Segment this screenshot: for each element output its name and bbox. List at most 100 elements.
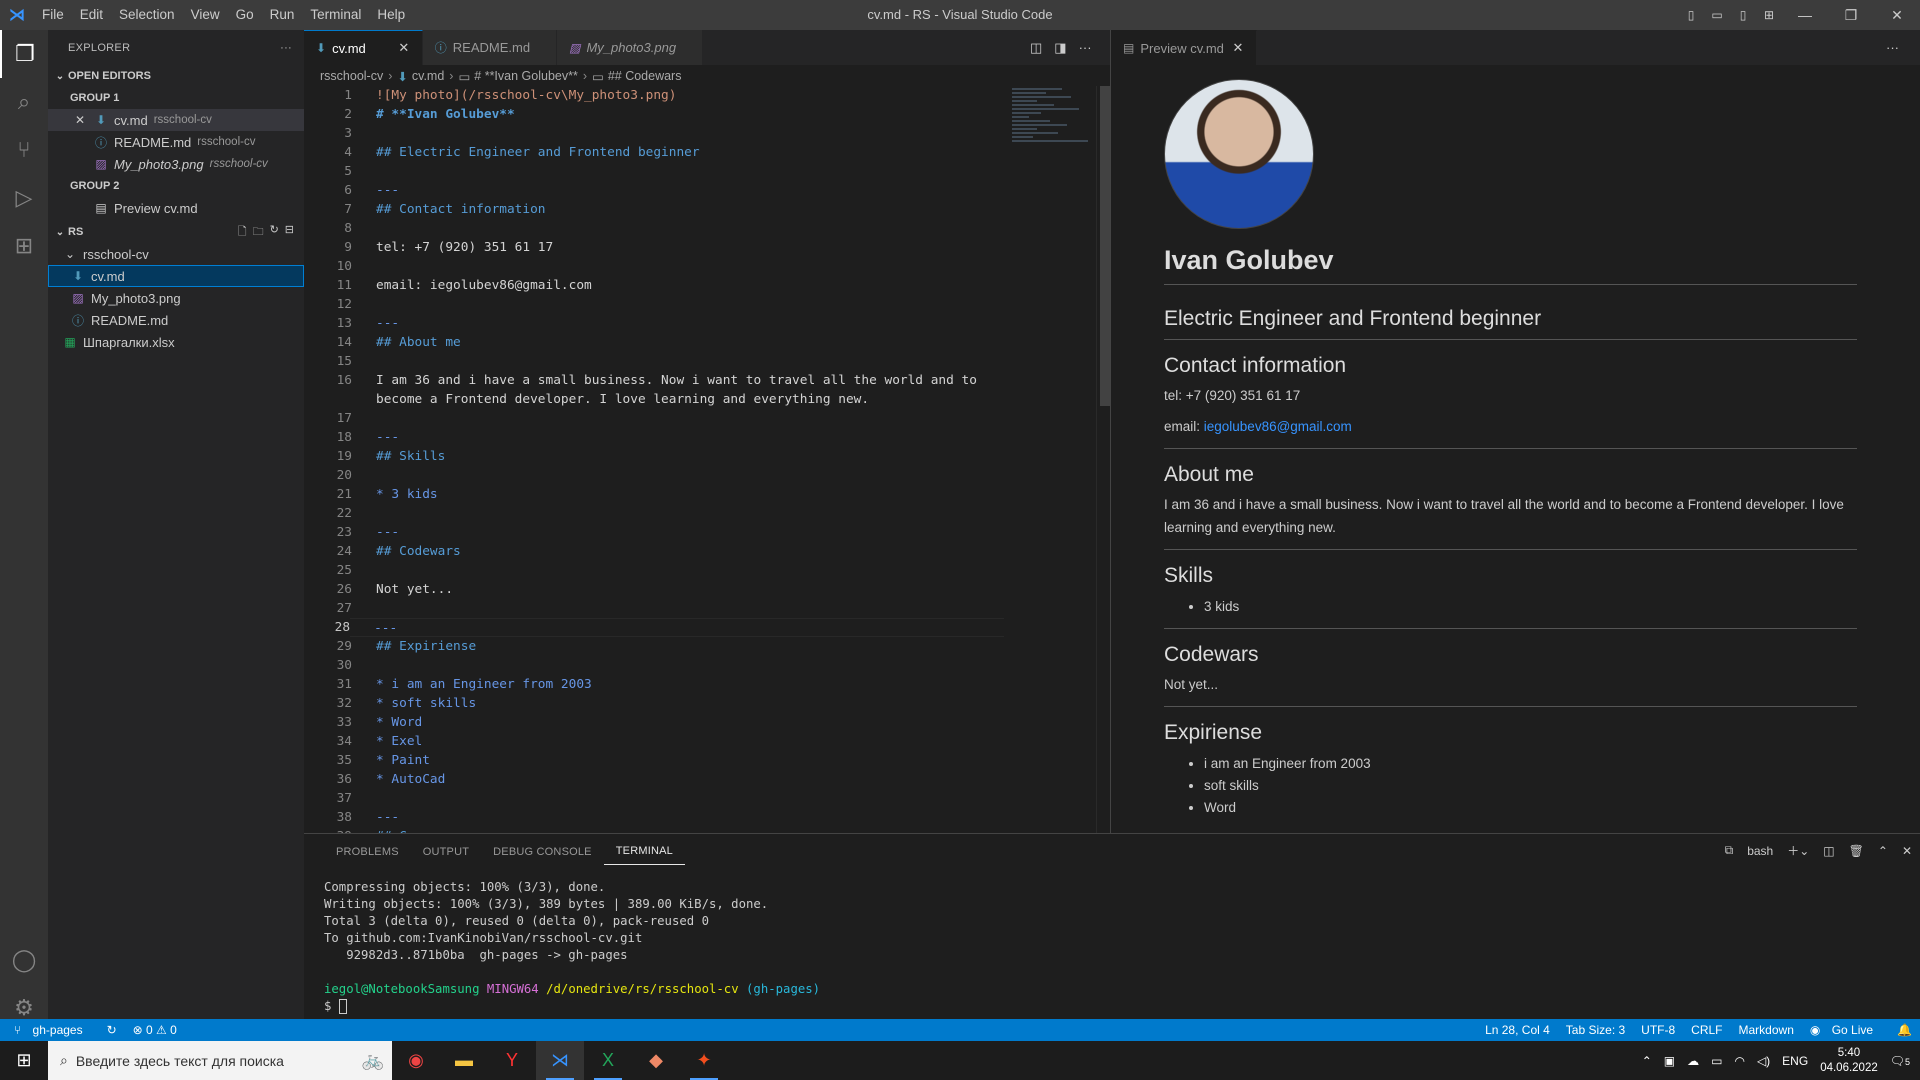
- close-window-button[interactable]: ✕: [1874, 0, 1920, 30]
- language-mode[interactable]: Markdown: [1731, 1023, 1802, 1037]
- collapse-all-icon[interactable]: ⊟: [285, 223, 294, 242]
- workspace-section[interactable]: ⌄ RS 🗋 🗀 ↻ ⊟: [48, 221, 304, 243]
- breadcrumb-symbol[interactable]: # **Ivan Golubev**: [474, 69, 578, 83]
- file-explorer-app-icon[interactable]: ▬: [440, 1041, 488, 1080]
- open-editor-preview[interactable]: ▤ Preview cv.md: [48, 197, 304, 219]
- email-link[interactable]: iegolubev86@gmail.com: [1204, 419, 1352, 434]
- split-terminal-icon[interactable]: ◫: [1823, 844, 1834, 858]
- clock[interactable]: 5:40 04.06.2022: [1820, 1046, 1878, 1076]
- windows-start-icon[interactable]: ⊞: [0, 1041, 48, 1080]
- branch-status[interactable]: ⑂ gh-pages: [0, 1023, 99, 1037]
- tab-output[interactable]: OUTPUT: [411, 839, 481, 865]
- tab-readme[interactable]: ⓘ README.md: [422, 30, 558, 65]
- terminal-output[interactable]: Compressing objects: 100% (3/3), done. Wr…: [304, 869, 1920, 1015]
- go-live-button[interactable]: ◉ Go Live: [1802, 1023, 1889, 1037]
- menu-run[interactable]: Run: [262, 0, 303, 30]
- tab-problems[interactable]: PROBLEMS: [324, 839, 411, 865]
- toggle-secondary-sidebar-icon[interactable]: ▯: [1730, 0, 1756, 30]
- new-file-icon[interactable]: 🗋: [238, 223, 247, 242]
- file-xlsx[interactable]: ▦ Шпаргалки.xlsx: [48, 331, 304, 353]
- account-icon[interactable]: ◯: [0, 936, 48, 984]
- split-editor-icon[interactable]: ◨: [1054, 40, 1066, 56]
- open-editors-section[interactable]: ⌄ OPEN EDITORS: [48, 65, 304, 87]
- menu-help[interactable]: Help: [369, 0, 413, 30]
- tab-preview[interactable]: ▤ Preview cv.md ✕: [1111, 30, 1257, 65]
- more-actions-icon[interactable]: ···: [1886, 40, 1899, 55]
- extensions-icon[interactable]: ⊞: [0, 222, 48, 270]
- close-icon[interactable]: ✕: [72, 113, 88, 127]
- menu-terminal[interactable]: Terminal: [302, 0, 369, 30]
- paint3d-app-icon[interactable]: ◆: [632, 1041, 680, 1080]
- minimap[interactable]: [1012, 86, 1096, 186]
- figma-app-icon[interactable]: ✦: [680, 1041, 728, 1080]
- new-terminal-icon[interactable]: ＋⌄: [1787, 842, 1809, 859]
- breadcrumb-folder[interactable]: rsschool-cv: [320, 69, 383, 83]
- search-icon[interactable]: ⌕: [0, 78, 48, 126]
- new-folder-icon[interactable]: 🗀: [253, 223, 264, 242]
- tab-size[interactable]: Tab Size: 3: [1558, 1023, 1633, 1037]
- tab-cv-md[interactable]: ⬇ cv.md ✕: [304, 30, 423, 65]
- vscode-app-icon[interactable]: ⋊: [536, 1041, 584, 1080]
- run-debug-icon[interactable]: ▷: [0, 174, 48, 222]
- preview-about-text: I am 36 and i have a small business. Now…: [1164, 497, 1844, 535]
- trash-icon[interactable]: 🗑: [1849, 844, 1864, 858]
- minimize-button[interactable]: —: [1782, 0, 1828, 30]
- meet-now-icon[interactable]: ▣: [1664, 1054, 1675, 1068]
- file-cv-md[interactable]: ⬇ cv.md: [48, 265, 304, 287]
- editor-scrollbar[interactable]: [1096, 86, 1110, 833]
- menu-view[interactable]: View: [183, 0, 228, 30]
- line-ending[interactable]: CRLF: [1683, 1023, 1730, 1037]
- open-editor-readme[interactable]: ⓘ README.md rsschool-cv: [48, 131, 304, 153]
- menu-file[interactable]: File: [34, 0, 72, 30]
- tab-debug-console[interactable]: DEBUG CONSOLE: [481, 839, 604, 865]
- menu-edit[interactable]: Edit: [72, 0, 111, 30]
- close-panel-icon[interactable]: ✕: [1902, 844, 1912, 858]
- restore-button[interactable]: ❐: [1828, 0, 1874, 30]
- tab-terminal[interactable]: TERMINAL: [603, 838, 685, 865]
- problems-status[interactable]: ⊗ 0 ⚠ 0: [125, 1023, 185, 1037]
- code-editor[interactable]: 1 ![My photo](/rsschool-cv\My_photo3.png)…: [304, 86, 1004, 833]
- close-icon[interactable]: ✕: [1230, 40, 1246, 56]
- wifi-icon[interactable]: ◠: [1734, 1054, 1744, 1068]
- breadcrumb-file[interactable]: cv.md: [412, 69, 444, 83]
- source-control-icon[interactable]: ⑂: [0, 126, 48, 174]
- shell-name[interactable]: bash: [1747, 844, 1773, 858]
- tab-photo[interactable]: ▨ My_photo3.png: [557, 30, 704, 65]
- refresh-icon[interactable]: ↻: [270, 223, 279, 242]
- code-line: 29 ## Expiriense: [304, 637, 1004, 656]
- input-language[interactable]: ENG: [1782, 1054, 1808, 1068]
- sync-icon[interactable]: ↻: [99, 1023, 125, 1037]
- chrome-app-icon[interactable]: ◉: [392, 1041, 440, 1080]
- file-photo[interactable]: ▨ My_photo3.png: [48, 287, 304, 309]
- toggle-sidebar-icon[interactable]: ▯: [1678, 0, 1704, 30]
- toggle-panel-icon[interactable]: ▭: [1704, 0, 1730, 30]
- encoding[interactable]: UTF-8: [1633, 1023, 1683, 1037]
- taskbar-search[interactable]: ⌕ Введите здесь текст для поиска 🚲: [48, 1041, 392, 1080]
- chevron-down-icon: ⌄: [55, 226, 65, 238]
- battery-icon[interactable]: ▭: [1711, 1054, 1722, 1068]
- cursor-position[interactable]: Ln 28, Col 4: [1477, 1023, 1558, 1037]
- maximize-panel-icon[interactable]: ⌃: [1878, 844, 1888, 858]
- explorer-icon[interactable]: ❐: [0, 30, 48, 78]
- notifications-icon[interactable]: 🔔: [1889, 1023, 1920, 1037]
- breadcrumb-symbol[interactable]: ## Codewars: [608, 69, 682, 83]
- notification-center-icon[interactable]: 🗨5: [1890, 1054, 1910, 1068]
- scrollbar-thumb[interactable]: [1100, 86, 1110, 406]
- yandex-browser-app-icon[interactable]: Y: [488, 1041, 536, 1080]
- onedrive-icon[interactable]: ☁: [1687, 1054, 1699, 1068]
- customize-layout-icon[interactable]: ⊞: [1756, 0, 1782, 30]
- menu-selection[interactable]: Selection: [111, 0, 183, 30]
- chevron-up-icon[interactable]: ⌃: [1642, 1054, 1652, 1068]
- excel-app-icon[interactable]: X: [584, 1041, 632, 1080]
- open-editor-photo[interactable]: ▨ My_photo3.png rsschool-cv: [48, 153, 304, 175]
- menu-go[interactable]: Go: [228, 0, 262, 30]
- close-icon[interactable]: ✕: [396, 40, 412, 56]
- folder-rsschool-cv[interactable]: ⌄ rsschool-cv: [48, 243, 304, 265]
- file-readme[interactable]: ⓘ README.md: [48, 309, 304, 331]
- more-actions-icon[interactable]: ···: [280, 42, 292, 54]
- volume-icon[interactable]: ◁): [1757, 1054, 1770, 1068]
- open-editor-cv[interactable]: ✕ ⬇ cv.md rsschool-cv: [48, 109, 304, 131]
- terminal-line: 92982d3..871b0ba gh-pages -> gh-pages: [324, 948, 628, 962]
- open-preview-side-icon[interactable]: ◫: [1030, 40, 1042, 56]
- more-actions-icon[interactable]: ···: [1079, 40, 1092, 55]
